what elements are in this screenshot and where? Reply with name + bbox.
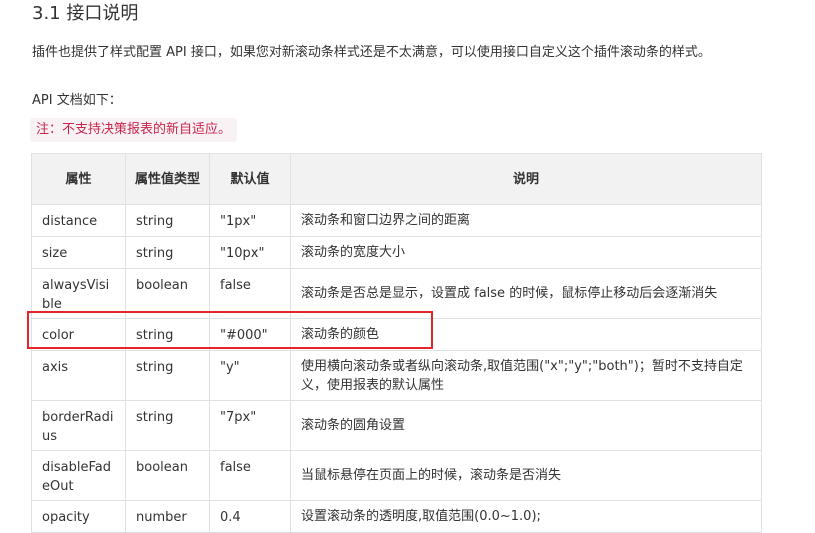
row-default: "10px" [209, 236, 291, 269]
table-row: alwaysVisible boolean false 滚动条是否总是显示，设置… [31, 268, 762, 319]
header-description: 说明 [290, 153, 762, 205]
row-key: distance [31, 204, 126, 237]
row-default: "y" [209, 350, 291, 401]
row-description: 滚动条和窗口边界之间的距离 [290, 204, 762, 237]
row-description: 设置滚动条的透明度,取值范围(0.0~1.0); [290, 500, 762, 533]
row-key: opacity [31, 500, 126, 533]
row-type: boolean [125, 450, 210, 501]
table-row-color: color string "#000" 滚动条的颜色 [31, 318, 762, 351]
compat-note: 注：不支持决策报表的新自适应。 [30, 118, 238, 142]
row-description: 滚动条的圆角设置 [290, 400, 762, 451]
api-table: 属性 属性值类型 默认值 说明 distance string "1px" 滚动… [31, 153, 762, 533]
table-row: opacity number 0.4 设置滚动条的透明度,取值范围(0.0~1.… [31, 500, 762, 533]
row-default: false [209, 450, 291, 501]
row-key: alwaysVisible [31, 268, 126, 319]
row-default: 0.4 [209, 500, 291, 533]
api-doc-label: API 文档如下： [32, 93, 122, 108]
row-description: 当鼠标悬停在页面上的时候，滚动条是否消失 [290, 450, 762, 501]
row-type: string [125, 400, 210, 451]
row-default: "1px" [209, 204, 291, 237]
header-default: 默认值 [209, 153, 291, 205]
table-row: size string "10px" 滚动条的宽度大小 [31, 236, 762, 269]
table-header-row: 属性 属性值类型 默认值 说明 [31, 153, 762, 205]
row-key: disableFadeOut [31, 450, 126, 501]
row-type: string [125, 236, 210, 269]
header-value-type: 属性值类型 [125, 153, 210, 205]
row-description: 滚动条的宽度大小 [290, 236, 762, 269]
row-key: size [31, 236, 126, 269]
row-type: number [125, 500, 210, 533]
table-row: axis string "y" 使用横向滚动条或者纵向滚动条,取值范围("x";… [31, 350, 762, 401]
table-row: disableFadeOut boolean false 当鼠标悬停在页面上的时… [31, 450, 762, 501]
row-key: color [31, 318, 126, 351]
section-heading: 3.1 接口说明 [32, 3, 139, 24]
row-default: "7px" [209, 400, 291, 451]
intro-paragraph: 插件也提供了样式配置 API 接口，如果您对新滚动条样式还是不太满意，可以使用接… [32, 45, 711, 60]
row-key: axis [31, 350, 126, 401]
row-description: 使用横向滚动条或者纵向滚动条,取值范围("x";"y";"both")；暂时不支… [290, 350, 762, 401]
row-default: "#000" [209, 318, 291, 351]
table-row: borderRadius string "7px" 滚动条的圆角设置 [31, 400, 762, 451]
row-type: string [125, 350, 210, 401]
row-type: boolean [125, 268, 210, 319]
row-key: borderRadius [31, 400, 126, 451]
header-property: 属性 [31, 153, 126, 205]
row-type: string [125, 318, 210, 351]
table-row: distance string "1px" 滚动条和窗口边界之间的距离 [31, 204, 762, 237]
row-type: string [125, 204, 210, 237]
row-description: 滚动条是否总是显示，设置成 false 的时候，鼠标停止移动后会逐渐消失 [290, 268, 762, 319]
row-default: false [209, 268, 291, 319]
row-description: 滚动条的颜色 [290, 318, 762, 351]
